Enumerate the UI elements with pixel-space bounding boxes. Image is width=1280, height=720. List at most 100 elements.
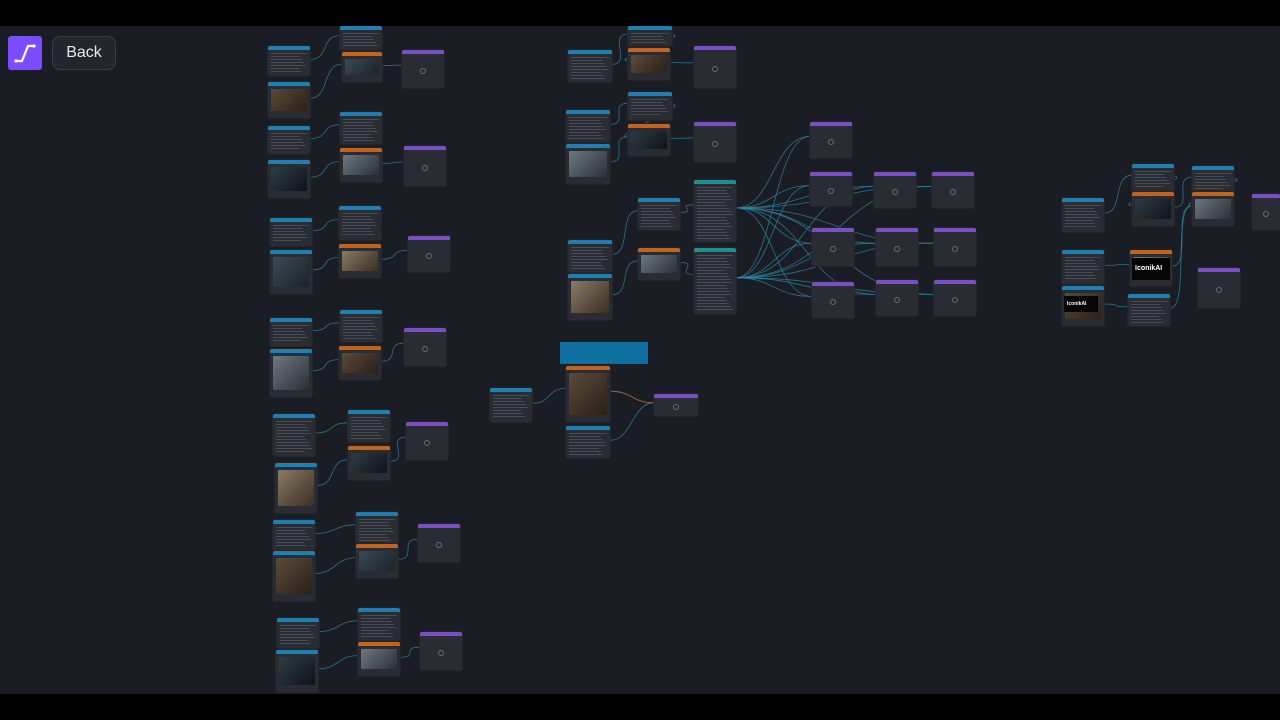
loader-node[interactable]	[270, 349, 312, 397]
node-header[interactable]	[566, 144, 610, 148]
node-header[interactable]	[1128, 294, 1170, 298]
node-header[interactable]	[340, 26, 382, 30]
connection-wire[interactable]	[309, 63, 343, 99]
node-header[interactable]	[273, 414, 315, 418]
prompt-node[interactable]	[568, 240, 612, 272]
connection-wire[interactable]	[380, 250, 409, 260]
connection-wire[interactable]	[611, 210, 639, 255]
node-header[interactable]	[358, 642, 400, 646]
connection-wire[interactable]	[309, 161, 341, 178]
node-header[interactable]	[812, 282, 854, 286]
connection-wire[interactable]	[314, 524, 357, 534]
loader-node[interactable]	[268, 160, 310, 198]
node-header[interactable]	[270, 318, 312, 322]
connection-wire[interactable]	[309, 35, 341, 60]
loader-node[interactable]	[273, 551, 315, 601]
prompt-node[interactable]	[273, 520, 315, 550]
connection-wire[interactable]	[309, 124, 341, 139]
loader-node[interactable]	[276, 650, 318, 692]
node-header[interactable]	[356, 544, 398, 548]
prompt-node[interactable]	[1062, 198, 1104, 232]
node-header[interactable]	[339, 346, 381, 350]
preview-node[interactable]	[876, 280, 918, 316]
node-header[interactable]	[276, 650, 318, 654]
node-header[interactable]	[273, 551, 315, 555]
node-header[interactable]	[628, 48, 670, 52]
node-header[interactable]	[408, 236, 450, 240]
node-header[interactable]	[404, 146, 446, 150]
image-node[interactable]	[339, 244, 381, 278]
node-header[interactable]	[406, 422, 448, 426]
prompt-node[interactable]	[628, 92, 672, 120]
node-header[interactable]	[340, 148, 382, 152]
node-header[interactable]	[654, 394, 698, 398]
preview-node[interactable]	[404, 328, 446, 366]
image-node[interactable]	[340, 148, 382, 182]
prompt-node[interactable]	[1192, 166, 1234, 194]
node-header[interactable]	[1130, 250, 1172, 254]
node-header[interactable]	[490, 388, 532, 392]
loader-node[interactable]	[270, 250, 312, 294]
connection-wire[interactable]	[1173, 176, 1193, 208]
connection-wire[interactable]	[318, 620, 359, 632]
node-header[interactable]	[1062, 286, 1104, 290]
preview-node[interactable]	[408, 236, 450, 272]
loader-node[interactable]	[275, 463, 317, 513]
node-header[interactable]	[628, 124, 670, 128]
connection-wire[interactable]	[317, 655, 359, 670]
node-header[interactable]	[342, 52, 382, 56]
node-graph-canvas[interactable]: IconikAI IconikAI	[0, 26, 1280, 694]
node-header[interactable]	[340, 112, 382, 116]
node-header[interactable]	[358, 608, 400, 612]
connection-wire[interactable]	[609, 136, 629, 163]
prompt-node[interactable]	[356, 512, 398, 544]
connection-wire[interactable]	[397, 538, 419, 560]
preview-node[interactable]	[406, 422, 448, 460]
connection-wire[interactable]	[311, 359, 340, 371]
node-header[interactable]	[876, 280, 918, 284]
group-panel[interactable]	[560, 342, 648, 364]
prompt-node[interactable]	[358, 608, 400, 640]
preview-node[interactable]	[810, 122, 852, 158]
node-header[interactable]	[568, 274, 612, 278]
preview-node[interactable]	[934, 228, 976, 266]
switch-node[interactable]	[694, 180, 736, 242]
connection-wire[interactable]	[1103, 303, 1129, 308]
image-node[interactable]	[628, 124, 670, 156]
preview-node[interactable]	[654, 394, 698, 416]
node-header[interactable]	[566, 366, 610, 370]
node-header[interactable]	[694, 122, 736, 126]
node-header[interactable]	[348, 410, 390, 414]
preview-node[interactable]	[876, 228, 918, 266]
node-header[interactable]	[1062, 198, 1104, 202]
node-header[interactable]	[402, 50, 444, 54]
node-header[interactable]	[268, 126, 310, 130]
node-header[interactable]	[568, 50, 612, 54]
back-button[interactable]: Back	[52, 36, 116, 70]
node-header[interactable]	[638, 248, 680, 252]
preview-node[interactable]	[420, 632, 462, 670]
preview-node[interactable]	[418, 524, 460, 562]
connection-wire[interactable]	[311, 322, 341, 331]
prompt-node[interactable]	[566, 110, 610, 142]
prompt-node[interactable]	[1132, 164, 1174, 192]
prompt-node[interactable]	[348, 410, 390, 442]
preview-node[interactable]	[812, 228, 854, 266]
connection-wire[interactable]	[679, 262, 695, 275]
loader-node[interactable]	[568, 274, 612, 320]
node-header[interactable]	[876, 228, 918, 232]
preview-node[interactable]	[694, 46, 736, 88]
preview-node[interactable]	[810, 172, 852, 206]
connection-wire[interactable]	[611, 260, 639, 296]
preview-node[interactable]	[874, 172, 916, 208]
node-header[interactable]	[277, 618, 319, 622]
image-node[interactable]	[348, 446, 390, 480]
node-header[interactable]	[874, 172, 916, 176]
node-header[interactable]	[1192, 166, 1234, 170]
node-header[interactable]	[268, 160, 310, 164]
node-header[interactable]	[268, 82, 310, 86]
image-node[interactable]	[339, 346, 381, 380]
preview-node[interactable]	[934, 280, 976, 316]
connection-wire[interactable]	[380, 342, 405, 362]
prompt-node[interactable]	[1062, 250, 1104, 284]
